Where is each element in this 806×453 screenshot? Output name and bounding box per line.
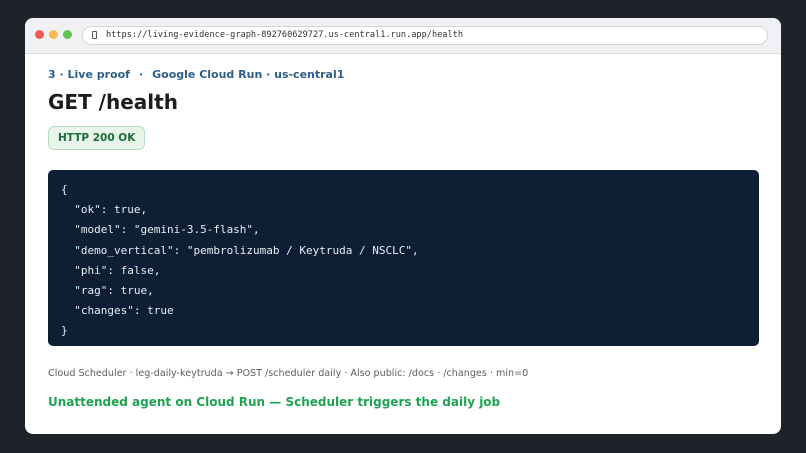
browser-window: https://living-evidence-graph-8927606297… [25, 18, 781, 434]
close-window-button[interactable] [35, 30, 44, 39]
maximize-window-button[interactable] [63, 30, 72, 39]
scheduler-footnote: Cloud Scheduler · leg-daily-keytruda → P… [48, 368, 529, 379]
breadcrumb-separator: · [138, 68, 144, 81]
status-badge: HTTP 200 OK [48, 126, 146, 150]
page-title: GET /health [48, 90, 178, 114]
minimize-window-button[interactable] [49, 30, 58, 39]
browser-titlebar: https://living-evidence-graph-8927606297… [25, 18, 781, 54]
response-json: { "ok": true, "model": "gemini-3.5-flash… [61, 183, 419, 338]
response-code-block: { "ok": true, "model": "gemini-3.5-flash… [48, 170, 759, 346]
breadcrumb: 3 · Live proof · Google Cloud Run · us-cen… [48, 68, 344, 81]
page-icon [92, 31, 97, 39]
breadcrumb-step: 3 · Live proof [48, 68, 130, 81]
tagline: Unattended agent on Cloud Run — Schedule… [48, 395, 501, 409]
address-bar[interactable]: https://living-evidence-graph-8927606297… [82, 26, 768, 45]
url-text: https://living-evidence-graph-8927606297… [106, 30, 463, 40]
breadcrumb-context: Google Cloud Run · us-central1 [152, 68, 345, 81]
